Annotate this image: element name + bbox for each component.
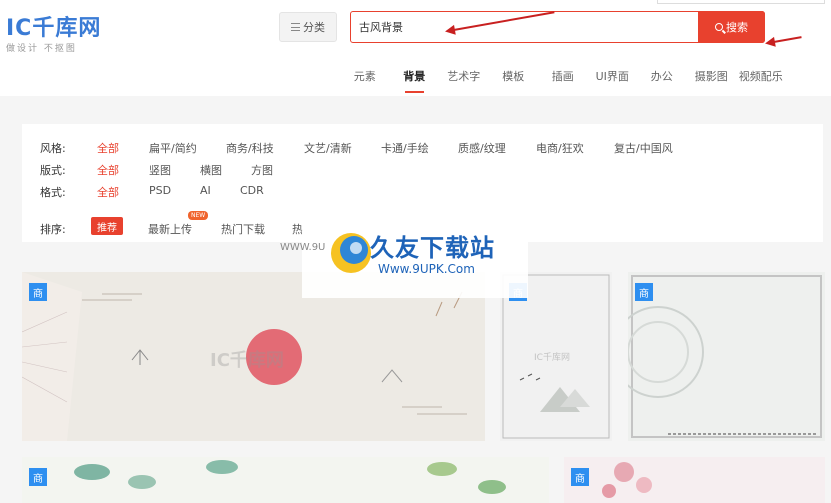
- watermark-logo-icon: [331, 233, 371, 273]
- card-watermark: IC千库网: [534, 353, 570, 363]
- menu-icon: [291, 23, 300, 31]
- card-artwork: [74, 460, 506, 494]
- nav-item-art-text[interactable]: 艺术字: [439, 68, 489, 84]
- site-logo[interactable]: IC千库网 做设计 不抠图: [6, 10, 102, 54]
- layout-option-all[interactable]: 全部: [97, 162, 119, 178]
- style-option-literary[interactable]: 文艺/清新: [304, 140, 352, 156]
- sort-label: 排序:: [40, 223, 66, 236]
- layout-option-square[interactable]: 方图: [251, 162, 273, 178]
- style-option-cartoon[interactable]: 卡通/手绘: [381, 140, 429, 156]
- style-option-flat[interactable]: 扁平/简约: [149, 140, 197, 156]
- card-artwork: [602, 462, 652, 498]
- card-watermark: IC千库网: [210, 350, 284, 371]
- sort-option-latest[interactable]: 最新上传: [148, 221, 192, 237]
- nav-item-office[interactable]: 办公: [637, 68, 687, 84]
- card-artwork: [628, 275, 822, 438]
- result-card[interactable]: 商: [22, 457, 549, 503]
- download-site-watermark: WWW.9U 久友下载站 Www.9UPK.Com: [280, 204, 528, 298]
- nav-item-elements[interactable]: 元素: [340, 68, 390, 84]
- search-button[interactable]: 搜索: [698, 11, 765, 43]
- category-button[interactable]: 分类: [279, 12, 337, 42]
- commercial-badge: 商: [571, 468, 589, 486]
- nav-item-ui[interactable]: UI界面: [588, 68, 638, 84]
- layout-filter-label: 版式:: [40, 164, 66, 177]
- format-filter-label: 格式:: [40, 186, 66, 199]
- search-button-label: 搜索: [726, 21, 748, 34]
- nav-item-backgrounds[interactable]: 背景: [390, 68, 440, 93]
- result-card[interactable]: 商: [628, 272, 825, 441]
- top-bar-edge: [657, 0, 825, 4]
- style-option-business[interactable]: 商务/科技: [226, 140, 274, 156]
- watermark-prefix: WWW.9U: [280, 242, 326, 253]
- commercial-badge: 商: [635, 283, 653, 301]
- nav-item-templates[interactable]: 模板: [489, 68, 539, 84]
- style-filter-label: 风格:: [40, 142, 66, 155]
- style-option-retro[interactable]: 复古/中国风: [614, 140, 673, 156]
- nav-item-video-music[interactable]: 视频配乐: [736, 68, 786, 84]
- sort-option-popular[interactable]: 热门下载: [221, 221, 265, 237]
- category-label: 分类: [303, 21, 325, 34]
- watermark-title: 久友下载站: [370, 234, 495, 262]
- search-bar: 搜索: [350, 11, 765, 43]
- format-option-all[interactable]: 全部: [97, 184, 119, 200]
- logo-tagline: 做设计 不抠图: [6, 44, 77, 54]
- layout-option-vertical[interactable]: 竖图: [149, 162, 171, 178]
- style-option-ecommerce[interactable]: 电商/狂欢: [536, 140, 584, 156]
- nav-item-illustrations[interactable]: 插画: [538, 68, 588, 84]
- style-option-texture[interactable]: 质感/纹理: [458, 140, 506, 156]
- logo-text: IC千库网: [6, 16, 102, 41]
- sort-option-recommended[interactable]: 推荐: [91, 217, 123, 235]
- search-icon: [715, 23, 723, 31]
- new-badge: NEW: [188, 211, 209, 220]
- format-option-psd[interactable]: PSD: [149, 184, 171, 197]
- watermark-url: Www.9UPK.Com: [378, 262, 475, 276]
- nav-item-photos[interactable]: 摄影图: [687, 68, 737, 84]
- commercial-badge: 商: [29, 283, 47, 301]
- category-nav: 元素 背景 艺术字 模板 插画 UI界面 办公 摄影图 视频配乐: [340, 68, 786, 93]
- format-option-cdr[interactable]: CDR: [240, 184, 264, 197]
- layout-option-horizontal[interactable]: 横图: [200, 162, 222, 178]
- style-option-all[interactable]: 全部: [97, 140, 119, 156]
- format-option-ai[interactable]: AI: [200, 184, 211, 197]
- result-card[interactable]: 商: [564, 457, 825, 503]
- commercial-badge: 商: [29, 468, 47, 486]
- site-header: IC千库网 做设计 不抠图 分类 搜索 元素 背景 艺术字 模板 插画 UI界面…: [0, 0, 831, 96]
